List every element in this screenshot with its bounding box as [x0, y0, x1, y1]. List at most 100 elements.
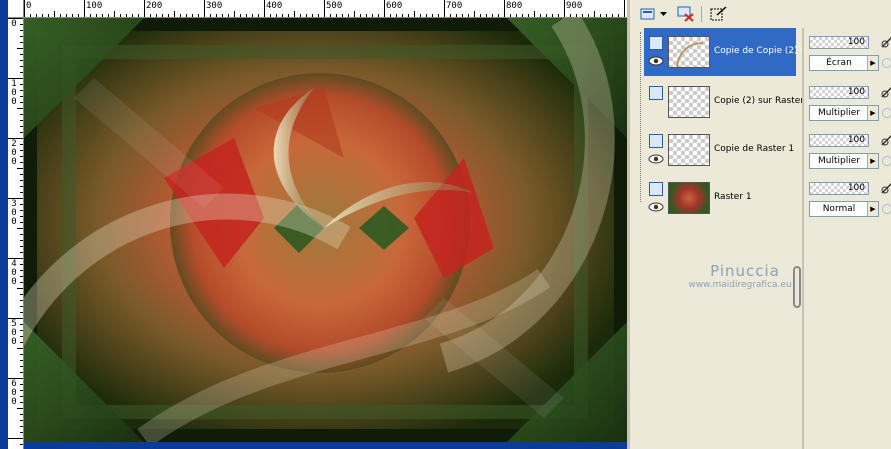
ruler-label: 900 — [566, 1, 583, 11]
ruler-tick — [17, 348, 23, 349]
ruler-tick — [354, 11, 355, 17]
image-canvas[interactable] — [24, 18, 627, 442]
opacity-value: 100 — [847, 183, 865, 193]
blend-mode-value: Multiplier — [818, 108, 860, 118]
visibility-eye-icon[interactable] — [648, 154, 664, 164]
scrollbar-thumb[interactable] — [793, 266, 801, 308]
layer-name: Copie (2) sur Raster — [714, 96, 804, 106]
layers-palette: Copie de Copie (2) s Copie (2) sur Raste… — [627, 0, 891, 449]
blend-mode-select[interactable]: Normal ▶ — [809, 201, 879, 217]
layer-name: Copie de Copie (2) s — [714, 46, 806, 56]
ruler-tick — [174, 11, 175, 17]
ruler-label: 700 — [446, 1, 463, 11]
layers-toolbar — [630, 0, 891, 28]
watermark-name: Pinuccia — [710, 262, 780, 280]
new-layer-icon — [640, 8, 655, 20]
ruler-label: 300 — [206, 1, 223, 11]
ruler-label: 600 — [386, 1, 403, 11]
delete-layer-button[interactable] — [676, 4, 696, 24]
lock-icon[interactable] — [882, 108, 891, 118]
blend-mode-value: Multiplier — [818, 156, 860, 166]
edit-brush-icon[interactable] — [880, 35, 891, 49]
ruler-tick — [264, 0, 265, 17]
ruler-tick — [84, 0, 85, 17]
ruler-label: 500 — [11, 319, 17, 347]
visibility-eye-icon[interactable] — [648, 56, 664, 66]
palette-divider — [802, 28, 804, 449]
tree-connector — [640, 32, 641, 202]
layer-row-copie-2-sur-raster[interactable]: Copie (2) sur Raster — [644, 78, 804, 126]
raster-layer-icon — [649, 182, 663, 196]
lock-icon[interactable] — [882, 204, 891, 214]
ruler-label: 100 — [86, 1, 103, 11]
edit-brush-icon[interactable] — [880, 85, 891, 99]
ruler-tick — [144, 0, 145, 17]
watermark-url: www.maidiregrafica.eu — [688, 280, 792, 290]
vertical-ruler: 0 100 200 300 400 500 600 — [8, 18, 24, 449]
blend-mode-select[interactable]: Multiplier ▶ — [809, 105, 879, 121]
watermark: Pinuccia www.maidiregrafica.eu — [680, 262, 810, 290]
opacity-value: 100 — [847, 37, 865, 47]
ruler-tick — [444, 0, 445, 17]
blend-mode-select[interactable]: Multiplier ▶ — [809, 153, 879, 169]
ruler-tick — [564, 0, 565, 17]
ruler-tick — [17, 168, 23, 169]
ruler-tick — [504, 0, 505, 17]
mask-icon — [710, 6, 727, 21]
layer-list: Copie de Copie (2) s Copie (2) sur Raste… — [630, 28, 805, 449]
ruler-tick — [294, 11, 295, 17]
opacity-slider[interactable]: 100 — [809, 36, 869, 49]
blend-mode-value: Écran — [826, 58, 852, 68]
ruler-label: 500 — [326, 1, 343, 11]
new-layer-button[interactable] — [638, 4, 658, 24]
play-arrow-icon: ▶ — [867, 154, 878, 168]
layer-thumbnail — [668, 86, 710, 118]
opacity-slider[interactable]: 100 — [809, 182, 869, 195]
layer-thumbnail — [668, 134, 710, 166]
delete-layer-icon — [677, 6, 694, 22]
layer-name: Copie de Raster 1 — [714, 144, 795, 154]
layer-name: Raster 1 — [714, 192, 752, 202]
opacity-value: 100 — [847, 135, 865, 145]
visibility-eye-icon[interactable] — [648, 202, 664, 212]
ruler-label: 200 — [11, 139, 17, 167]
ruler-label: 200 — [146, 1, 163, 11]
layer-row-copie-de-raster-1[interactable]: Copie de Raster 1 — [644, 126, 796, 174]
lock-icon[interactable] — [882, 58, 891, 68]
blend-mode-select[interactable]: Écran ▶ — [809, 55, 879, 71]
ruler-tick — [17, 108, 23, 109]
horizontal-ruler: 0 100 200 300 400 500 600 700 800 900 — [24, 0, 627, 18]
layer-props-1: 100 Multiplier ▶ — [807, 78, 891, 126]
lock-icon[interactable] — [882, 156, 891, 166]
raster-layer-icon — [649, 86, 663, 100]
edit-brush-icon[interactable] — [880, 133, 891, 147]
edit-brush-icon[interactable] — [880, 181, 891, 195]
ruler-tick — [624, 0, 625, 17]
layer-props-0: 100 Écran ▶ — [807, 28, 891, 76]
opacity-slider[interactable]: 100 — [809, 134, 869, 147]
play-arrow-icon: ▶ — [867, 56, 878, 70]
mask-button[interactable] — [708, 4, 728, 24]
ruler-label: 400 — [266, 1, 283, 11]
layer-row-copie-de-copie-2[interactable]: Copie de Copie (2) s — [644, 28, 805, 76]
ruler-label: 0 — [26, 1, 32, 11]
blend-mode-value: Normal — [822, 204, 856, 214]
psp-workspace: 0 100 200 300 400 500 600 700 800 900 0 100 200 300 4… — [0, 0, 891, 449]
raster-layer-icon — [649, 36, 663, 50]
ruler-label: 300 — [11, 199, 17, 227]
layer-properties-column: 100 Écran ▶ 100 Multiplier ▶ 100 Multiplie… — [807, 28, 891, 449]
dropdown-arrow-icon — [659, 11, 667, 16]
opacity-slider[interactable]: 100 — [809, 86, 869, 99]
opacity-value: 100 — [847, 87, 865, 97]
ruler-label: 0 — [11, 19, 17, 29]
play-arrow-icon: ▶ — [867, 106, 878, 120]
new-layer-dropdown[interactable] — [658, 4, 668, 24]
ruler-tick — [17, 288, 23, 289]
ruler-tick — [594, 11, 595, 17]
ruler-tick — [414, 11, 415, 17]
ruler-tick — [24, 0, 25, 17]
layer-props-3: 100 Normal ▶ — [807, 174, 891, 222]
ruler-tick — [17, 48, 23, 49]
layer-row-raster-1[interactable]: Raster 1 — [644, 174, 796, 222]
ruler-label: 800 — [506, 1, 523, 11]
